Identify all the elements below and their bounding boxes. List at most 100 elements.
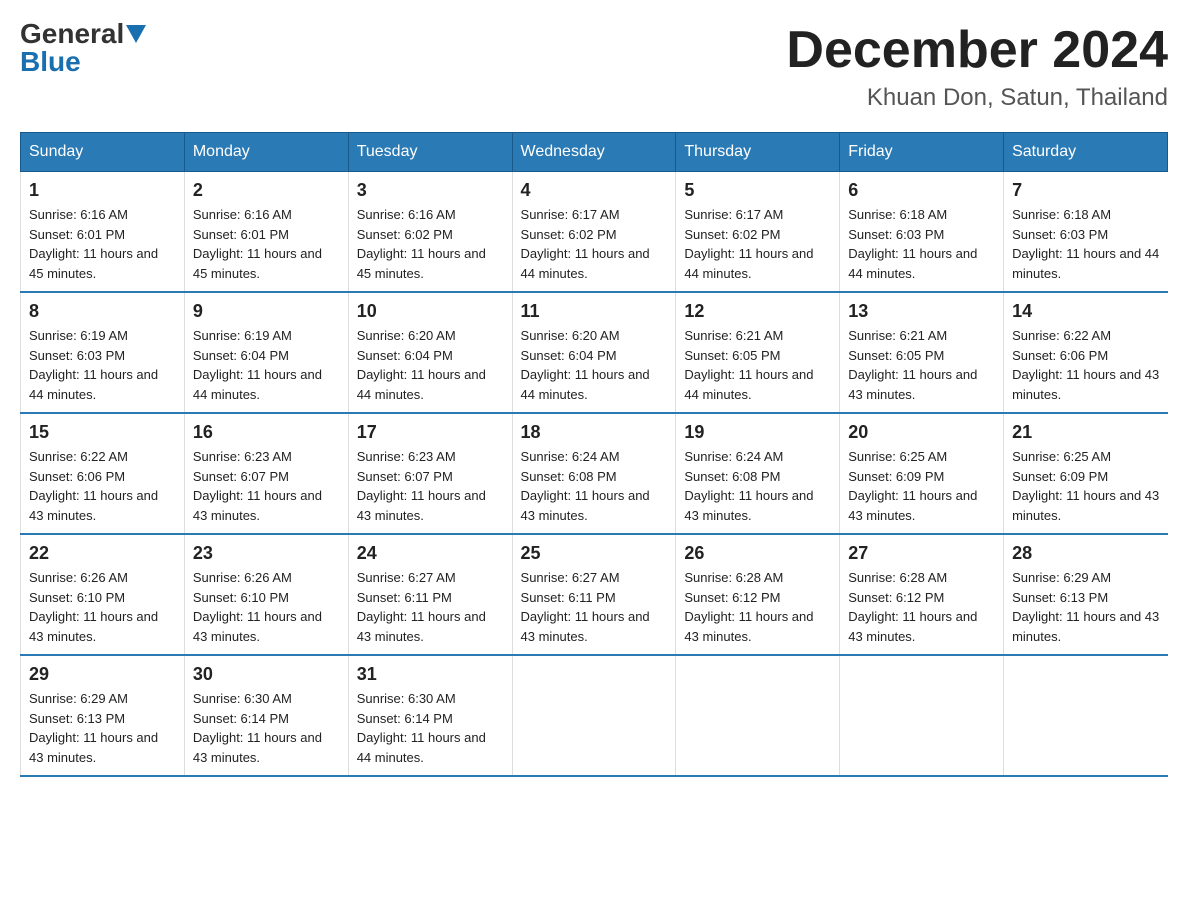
day-info: Sunrise: 6:21 AMSunset: 6:05 PMDaylight:… bbox=[848, 328, 977, 402]
day-cell bbox=[840, 655, 1004, 776]
day-info: Sunrise: 6:17 AMSunset: 6:02 PMDaylight:… bbox=[684, 207, 813, 281]
day-cell: 21 Sunrise: 6:25 AMSunset: 6:09 PMDaylig… bbox=[1004, 413, 1168, 534]
day-number: 15 bbox=[29, 422, 176, 443]
day-info: Sunrise: 6:29 AMSunset: 6:13 PMDaylight:… bbox=[29, 691, 158, 765]
day-cell: 19 Sunrise: 6:24 AMSunset: 6:08 PMDaylig… bbox=[676, 413, 840, 534]
day-number: 11 bbox=[521, 301, 668, 322]
day-info: Sunrise: 6:20 AMSunset: 6:04 PMDaylight:… bbox=[357, 328, 486, 402]
day-info: Sunrise: 6:27 AMSunset: 6:11 PMDaylight:… bbox=[357, 570, 486, 644]
day-cell: 13 Sunrise: 6:21 AMSunset: 6:05 PMDaylig… bbox=[840, 292, 1004, 413]
header-cell-saturday: Saturday bbox=[1004, 133, 1168, 172]
day-number: 4 bbox=[521, 180, 668, 201]
week-row-5: 29 Sunrise: 6:29 AMSunset: 6:13 PMDaylig… bbox=[21, 655, 1168, 776]
day-number: 31 bbox=[357, 664, 504, 685]
day-number: 21 bbox=[1012, 422, 1159, 443]
day-number: 29 bbox=[29, 664, 176, 685]
day-cell: 18 Sunrise: 6:24 AMSunset: 6:08 PMDaylig… bbox=[512, 413, 676, 534]
day-cell: 6 Sunrise: 6:18 AMSunset: 6:03 PMDayligh… bbox=[840, 172, 1004, 293]
day-info: Sunrise: 6:29 AMSunset: 6:13 PMDaylight:… bbox=[1012, 570, 1159, 644]
day-cell: 14 Sunrise: 6:22 AMSunset: 6:06 PMDaylig… bbox=[1004, 292, 1168, 413]
day-cell: 20 Sunrise: 6:25 AMSunset: 6:09 PMDaylig… bbox=[840, 413, 1004, 534]
header-row: SundayMondayTuesdayWednesdayThursdayFrid… bbox=[21, 133, 1168, 172]
day-info: Sunrise: 6:26 AMSunset: 6:10 PMDaylight:… bbox=[29, 570, 158, 644]
day-cell: 1 Sunrise: 6:16 AMSunset: 6:01 PMDayligh… bbox=[21, 172, 185, 293]
day-cell: 4 Sunrise: 6:17 AMSunset: 6:02 PMDayligh… bbox=[512, 172, 676, 293]
day-number: 14 bbox=[1012, 301, 1159, 322]
day-number: 24 bbox=[357, 543, 504, 564]
day-cell: 27 Sunrise: 6:28 AMSunset: 6:12 PMDaylig… bbox=[840, 534, 1004, 655]
day-number: 1 bbox=[29, 180, 176, 201]
week-row-4: 22 Sunrise: 6:26 AMSunset: 6:10 PMDaylig… bbox=[21, 534, 1168, 655]
day-number: 20 bbox=[848, 422, 995, 443]
day-number: 27 bbox=[848, 543, 995, 564]
day-number: 19 bbox=[684, 422, 831, 443]
logo: General Blue bbox=[20, 20, 146, 76]
day-cell: 28 Sunrise: 6:29 AMSunset: 6:13 PMDaylig… bbox=[1004, 534, 1168, 655]
day-cell: 10 Sunrise: 6:20 AMSunset: 6:04 PMDaylig… bbox=[348, 292, 512, 413]
day-cell: 31 Sunrise: 6:30 AMSunset: 6:14 PMDaylig… bbox=[348, 655, 512, 776]
day-number: 3 bbox=[357, 180, 504, 201]
day-cell: 5 Sunrise: 6:17 AMSunset: 6:02 PMDayligh… bbox=[676, 172, 840, 293]
day-cell: 29 Sunrise: 6:29 AMSunset: 6:13 PMDaylig… bbox=[21, 655, 185, 776]
day-info: Sunrise: 6:19 AMSunset: 6:04 PMDaylight:… bbox=[193, 328, 322, 402]
day-number: 9 bbox=[193, 301, 340, 322]
title-area: December 2024 Khuan Don, Satun, Thailand bbox=[786, 20, 1168, 112]
header-cell-friday: Friday bbox=[840, 133, 1004, 172]
day-number: 12 bbox=[684, 301, 831, 322]
day-info: Sunrise: 6:22 AMSunset: 6:06 PMDaylight:… bbox=[29, 449, 158, 523]
day-info: Sunrise: 6:18 AMSunset: 6:03 PMDaylight:… bbox=[848, 207, 977, 281]
day-cell: 9 Sunrise: 6:19 AMSunset: 6:04 PMDayligh… bbox=[184, 292, 348, 413]
day-info: Sunrise: 6:28 AMSunset: 6:12 PMDaylight:… bbox=[848, 570, 977, 644]
day-cell: 3 Sunrise: 6:16 AMSunset: 6:02 PMDayligh… bbox=[348, 172, 512, 293]
day-number: 28 bbox=[1012, 543, 1159, 564]
week-row-1: 1 Sunrise: 6:16 AMSunset: 6:01 PMDayligh… bbox=[21, 172, 1168, 293]
logo-general-text: General bbox=[20, 20, 124, 48]
header-cell-thursday: Thursday bbox=[676, 133, 840, 172]
day-info: Sunrise: 6:16 AMSunset: 6:01 PMDaylight:… bbox=[193, 207, 322, 281]
day-info: Sunrise: 6:21 AMSunset: 6:05 PMDaylight:… bbox=[684, 328, 813, 402]
day-info: Sunrise: 6:25 AMSunset: 6:09 PMDaylight:… bbox=[848, 449, 977, 523]
day-number: 30 bbox=[193, 664, 340, 685]
day-cell: 15 Sunrise: 6:22 AMSunset: 6:06 PMDaylig… bbox=[21, 413, 185, 534]
day-info: Sunrise: 6:23 AMSunset: 6:07 PMDaylight:… bbox=[193, 449, 322, 523]
day-info: Sunrise: 6:23 AMSunset: 6:07 PMDaylight:… bbox=[357, 449, 486, 523]
day-info: Sunrise: 6:19 AMSunset: 6:03 PMDaylight:… bbox=[29, 328, 158, 402]
day-info: Sunrise: 6:18 AMSunset: 6:03 PMDaylight:… bbox=[1012, 207, 1159, 281]
day-cell: 17 Sunrise: 6:23 AMSunset: 6:07 PMDaylig… bbox=[348, 413, 512, 534]
day-cell: 2 Sunrise: 6:16 AMSunset: 6:01 PMDayligh… bbox=[184, 172, 348, 293]
day-cell: 11 Sunrise: 6:20 AMSunset: 6:04 PMDaylig… bbox=[512, 292, 676, 413]
day-number: 18 bbox=[521, 422, 668, 443]
day-cell bbox=[676, 655, 840, 776]
logo-blue-text: Blue bbox=[20, 48, 81, 76]
day-number: 23 bbox=[193, 543, 340, 564]
day-info: Sunrise: 6:17 AMSunset: 6:02 PMDaylight:… bbox=[521, 207, 650, 281]
header-cell-wednesday: Wednesday bbox=[512, 133, 676, 172]
month-title: December 2024 bbox=[786, 20, 1168, 80]
day-cell bbox=[512, 655, 676, 776]
header-cell-tuesday: Tuesday bbox=[348, 133, 512, 172]
header-cell-monday: Monday bbox=[184, 133, 348, 172]
day-info: Sunrise: 6:20 AMSunset: 6:04 PMDaylight:… bbox=[521, 328, 650, 402]
day-info: Sunrise: 6:25 AMSunset: 6:09 PMDaylight:… bbox=[1012, 449, 1159, 523]
day-info: Sunrise: 6:30 AMSunset: 6:14 PMDaylight:… bbox=[193, 691, 322, 765]
day-number: 16 bbox=[193, 422, 340, 443]
day-number: 8 bbox=[29, 301, 176, 322]
day-cell: 23 Sunrise: 6:26 AMSunset: 6:10 PMDaylig… bbox=[184, 534, 348, 655]
day-number: 10 bbox=[357, 301, 504, 322]
day-cell: 7 Sunrise: 6:18 AMSunset: 6:03 PMDayligh… bbox=[1004, 172, 1168, 293]
day-cell: 12 Sunrise: 6:21 AMSunset: 6:05 PMDaylig… bbox=[676, 292, 840, 413]
page-header: General Blue December 2024 Khuan Don, Sa… bbox=[20, 20, 1168, 112]
day-info: Sunrise: 6:22 AMSunset: 6:06 PMDaylight:… bbox=[1012, 328, 1159, 402]
day-number: 26 bbox=[684, 543, 831, 564]
day-number: 22 bbox=[29, 543, 176, 564]
day-info: Sunrise: 6:27 AMSunset: 6:11 PMDaylight:… bbox=[521, 570, 650, 644]
day-cell: 22 Sunrise: 6:26 AMSunset: 6:10 PMDaylig… bbox=[21, 534, 185, 655]
day-cell: 26 Sunrise: 6:28 AMSunset: 6:12 PMDaylig… bbox=[676, 534, 840, 655]
day-cell: 25 Sunrise: 6:27 AMSunset: 6:11 PMDaylig… bbox=[512, 534, 676, 655]
day-number: 25 bbox=[521, 543, 668, 564]
day-cell bbox=[1004, 655, 1168, 776]
day-number: 13 bbox=[848, 301, 995, 322]
day-cell: 16 Sunrise: 6:23 AMSunset: 6:07 PMDaylig… bbox=[184, 413, 348, 534]
day-info: Sunrise: 6:28 AMSunset: 6:12 PMDaylight:… bbox=[684, 570, 813, 644]
day-number: 7 bbox=[1012, 180, 1159, 201]
